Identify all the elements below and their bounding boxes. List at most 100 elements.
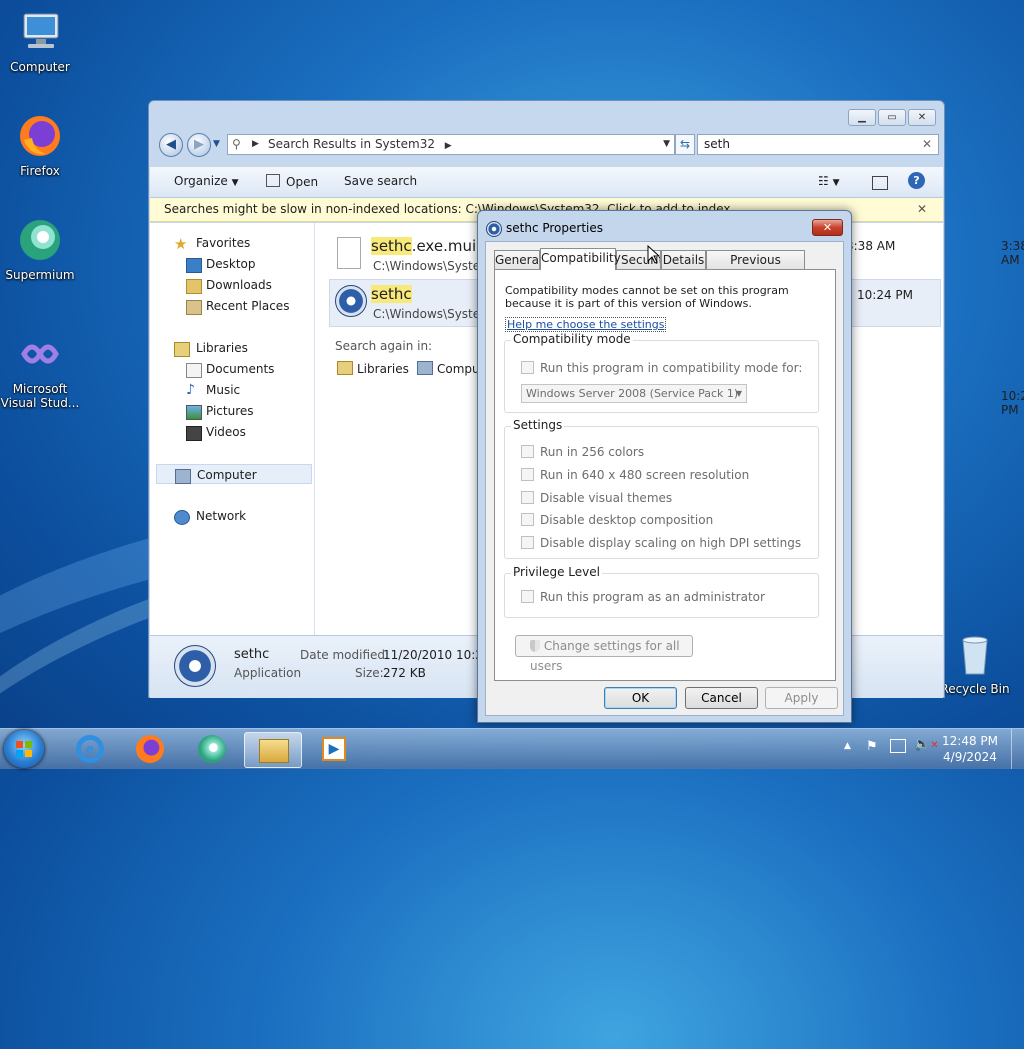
forward-button[interactable]: ▶: [187, 133, 211, 157]
tab-previous-versions[interactable]: Previous Versions: [706, 250, 805, 285]
nav-recent-places[interactable]: Recent Places: [150, 296, 314, 316]
save-search-button[interactable]: Save search: [344, 174, 417, 188]
result-time-overlay: 3:38 AM: [846, 239, 896, 253]
details-modified-label: Date modified:: [300, 648, 390, 662]
compat-mode-select[interactable]: Windows Server 2008 (Service Pack 1) ▼: [521, 384, 747, 403]
taskbar-explorer[interactable]: [244, 732, 302, 768]
recent-pages-dropdown-icon[interactable]: ▼: [213, 139, 220, 149]
taskbar-internet-explorer[interactable]: e: [62, 732, 118, 766]
desktop-icon-visual-studio[interactable]: Microsoft Visual Stud...: [0, 330, 80, 410]
nav-downloads[interactable]: Downloads: [150, 275, 314, 295]
checkbox-box: [521, 445, 534, 458]
open-button[interactable]: Open: [266, 174, 318, 189]
search-again-label: Search again in:: [335, 339, 433, 353]
computer-icon: [16, 8, 64, 56]
maximize-button[interactable]: ▭: [878, 109, 906, 126]
checkbox-box: [521, 491, 534, 504]
nav-libraries[interactable]: Libraries: [150, 338, 314, 358]
result-name-highlight: sethc: [371, 237, 412, 255]
nav-label: Documents: [206, 362, 275, 376]
desktop-icon-recycle-bin[interactable]: Recycle Bin: [935, 630, 1015, 696]
desktop-icon-supermium[interactable]: Supermium: [0, 216, 80, 282]
nav-videos[interactable]: Videos: [150, 422, 314, 442]
taskbar-supermium[interactable]: [184, 732, 240, 766]
privilege-level-group: Privilege Level Run this program as an a…: [504, 565, 819, 618]
search-input[interactable]: seth ✕: [697, 134, 939, 155]
explorer-icon: [259, 739, 289, 763]
setting-desktop-composition-checkbox[interactable]: Disable desktop composition: [521, 513, 713, 529]
compat-mode-checkbox[interactable]: Run this program in compatibility mode f…: [521, 361, 802, 377]
nav-computer[interactable]: Computer: [156, 464, 312, 484]
view-options-icon[interactable]: ☷ ▼: [818, 174, 840, 188]
breadcrumb[interactable]: Search Results in System32: [268, 137, 435, 151]
open-label: Open: [286, 175, 319, 189]
network-status-icon[interactable]: [890, 739, 906, 753]
setting-label: Run in 640 x 480 screen resolution: [540, 468, 750, 482]
mouse-cursor-icon: [647, 244, 661, 267]
sethc-app-icon: [335, 285, 367, 317]
change-settings-all-users-button[interactable]: Change settings for all users: [515, 635, 693, 673]
taskbar-firefox[interactable]: [122, 732, 178, 766]
internet-explorer-icon: e: [76, 735, 104, 763]
shield-icon: [530, 640, 540, 652]
nav-label: Favorites: [196, 236, 251, 250]
dialog-close-button[interactable]: ✕: [812, 219, 843, 236]
clock-time: 12:48 PM: [942, 734, 998, 748]
address-dropdown-icon[interactable]: ▼: [663, 135, 670, 154]
minimize-button[interactable]: ▁: [848, 109, 876, 126]
preview-pane-icon[interactable]: [872, 176, 888, 190]
show-desktop-button[interactable]: [1011, 729, 1024, 769]
libraries-icon: [337, 361, 353, 375]
run-as-admin-label: Run this program as an administrator: [540, 590, 765, 604]
nav-network[interactable]: Network: [150, 506, 314, 526]
supermium-icon: [198, 735, 226, 763]
volume-muted-icon[interactable]: 🔈✕: [914, 737, 939, 752]
desktop-icon-firefox[interactable]: Firefox: [0, 112, 80, 178]
setting-640x480-checkbox[interactable]: Run in 640 x 480 screen resolution: [521, 468, 749, 484]
change-settings-label: Change settings for all users: [530, 639, 680, 673]
settings-heading: Settings: [511, 418, 565, 432]
nav-pictures[interactable]: Pictures: [150, 401, 314, 421]
downloads-icon: [186, 279, 202, 294]
firefox-icon: [16, 112, 64, 160]
tab-compatibility[interactable]: Compatibility: [540, 248, 621, 270]
details-type: Application: [234, 666, 302, 680]
help-me-choose-link[interactable]: Help me choose the settings: [505, 317, 667, 332]
cancel-button[interactable]: Cancel: [685, 687, 758, 709]
setting-label: Disable desktop composition: [540, 513, 714, 527]
refresh-icon[interactable]: ⇆: [675, 134, 695, 155]
apply-button[interactable]: Apply: [765, 687, 838, 709]
nav-documents[interactable]: Documents: [150, 359, 314, 379]
start-button[interactable]: [4, 730, 44, 768]
close-button[interactable]: ✕: [908, 109, 936, 126]
videos-icon: [186, 426, 202, 441]
desktop-icon-computer[interactable]: Computer: [0, 8, 80, 74]
ok-button[interactable]: OK: [604, 687, 677, 709]
back-button[interactable]: ◀: [159, 133, 183, 157]
setting-visual-themes-checkbox[interactable]: Disable visual themes: [521, 491, 672, 507]
organize-button[interactable]: Organize ▼: [174, 174, 239, 188]
close-infobar-icon[interactable]: ✕: [917, 198, 927, 221]
action-center-flag-icon[interactable]: ⚑: [866, 739, 878, 754]
setting-dpi-scaling-checkbox[interactable]: Disable display scaling on high DPI sett…: [521, 536, 801, 552]
clear-search-icon[interactable]: ✕: [922, 135, 932, 154]
compat-mode-select-value: Windows Server 2008 (Service Pack 1): [526, 387, 739, 400]
search-again-libraries[interactable]: Libraries: [337, 361, 409, 376]
nav-music[interactable]: ♪ Music: [150, 380, 314, 400]
privilege-level-heading: Privilege Level: [511, 565, 602, 579]
run-as-admin-checkbox[interactable]: Run this program as an administrator: [521, 590, 765, 606]
setting-256-colors-checkbox[interactable]: Run in 256 colors: [521, 445, 644, 461]
tab-general[interactable]: General: [494, 250, 542, 269]
open-icon: [266, 174, 280, 187]
nav-desktop[interactable]: Desktop: [150, 254, 314, 274]
taskbar-media-player[interactable]: ▶: [306, 732, 362, 766]
system-clock[interactable]: 12:48 PM 4/9/2024: [942, 733, 998, 765]
address-bar[interactable]: ⚲ ▶ Search Results in System32 ▶ ▼: [227, 134, 675, 155]
nav-favorites[interactable]: ★ Favorites: [150, 233, 314, 253]
show-hidden-icons-icon[interactable]: ▲: [844, 741, 851, 751]
nav-label: Downloads: [206, 278, 272, 292]
tab-details[interactable]: Details: [661, 250, 706, 269]
recent-places-icon: [186, 300, 202, 315]
help-icon[interactable]: ?: [908, 172, 925, 189]
breadcrumb-separator-icon: ▶: [444, 141, 452, 151]
